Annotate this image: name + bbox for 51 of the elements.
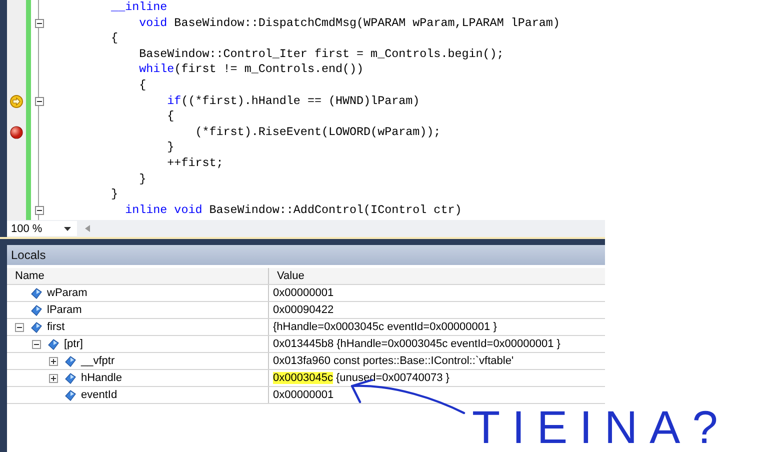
- variable-name: lParam: [47, 304, 82, 316]
- handwritten-note: TIEINA?: [472, 404, 730, 450]
- code-line: BaseWindow::Control_Iter first = m_Controls.begin();: [138, 46, 505, 62]
- splitter-bar[interactable]: [0, 237, 605, 245]
- code-line: (*first).RiseEvent(LOWORD(wParam));: [194, 124, 442, 140]
- variable-value: 0x013fa960 const portes::Base::IControl::`vftable': [273, 355, 514, 367]
- expand-icon[interactable]: [49, 374, 58, 382]
- variable-icon: [48, 338, 59, 350]
- code-line: {: [138, 78, 148, 94]
- variable-name: eventId: [81, 389, 118, 401]
- variable-icon: [31, 304, 42, 316]
- column-header[interactable]: Name: [7, 268, 269, 284]
- collapse-icon[interactable]: [34, 206, 44, 216]
- variable-icon: [65, 390, 76, 400]
- code-line: {: [166, 109, 176, 125]
- highlighted-value: 0x0003045c: [273, 372, 333, 384]
- expand-icon[interactable]: [49, 356, 58, 366]
- variable-name: first: [47, 321, 65, 333]
- variable-value: 0x00000001: [273, 389, 334, 401]
- code-line: }: [110, 187, 120, 203]
- dropdown-caret-icon: [64, 226, 72, 230]
- column-header[interactable]: Value: [269, 268, 605, 284]
- variable-icon: [65, 356, 76, 366]
- code-line: inline void BaseWindow::AddControl(IControl ctr): [124, 202, 463, 218]
- variable-value: {hHandle=0x0003045c eventId=0x00000001 }: [273, 321, 497, 333]
- collapse-icon[interactable]: [15, 322, 24, 332]
- locals-panel-title: Locals: [7, 245, 605, 265]
- code-line: {: [110, 31, 120, 47]
- variable-icon: [65, 372, 76, 384]
- variable-icon: [31, 288, 42, 298]
- collapse-icon[interactable]: [34, 96, 44, 106]
- code-line: ++first;: [166, 156, 224, 172]
- variable-value: {unused=0x00740073 }: [336, 372, 450, 384]
- variable-value: 0x00000001: [273, 287, 334, 299]
- zoom-dropdown[interactable]: 100 %: [7, 221, 78, 236]
- variable-name: [ptr]: [64, 338, 83, 350]
- variable-name: __vfptr: [81, 355, 115, 367]
- collapse-icon[interactable]: [34, 18, 44, 28]
- code-line: void BaseWindow::DispatchCmdMsg(WPARAM wParam,LPARAM lParam): [138, 16, 560, 32]
- variable-value: 0x013445b8 {hHandle=0x0003045c eventId=0x00000001 }: [273, 338, 560, 350]
- code-line: __inline: [110, 0, 168, 16]
- variable-value: 0x00090422: [273, 304, 334, 316]
- breakpoint-icon[interactable]: [10, 126, 23, 140]
- variable-name: wParam: [47, 287, 88, 299]
- collapse-icon[interactable]: [32, 340, 41, 348]
- code-line: }: [166, 140, 176, 156]
- code-line: if((*first).hHandle == (HWND)lParam): [166, 94, 421, 110]
- code-line: }: [138, 172, 148, 188]
- code-line: while(first != m_Controls.end()): [138, 62, 365, 78]
- variable-icon: [31, 322, 42, 332]
- variable-name: hHandle: [81, 372, 122, 384]
